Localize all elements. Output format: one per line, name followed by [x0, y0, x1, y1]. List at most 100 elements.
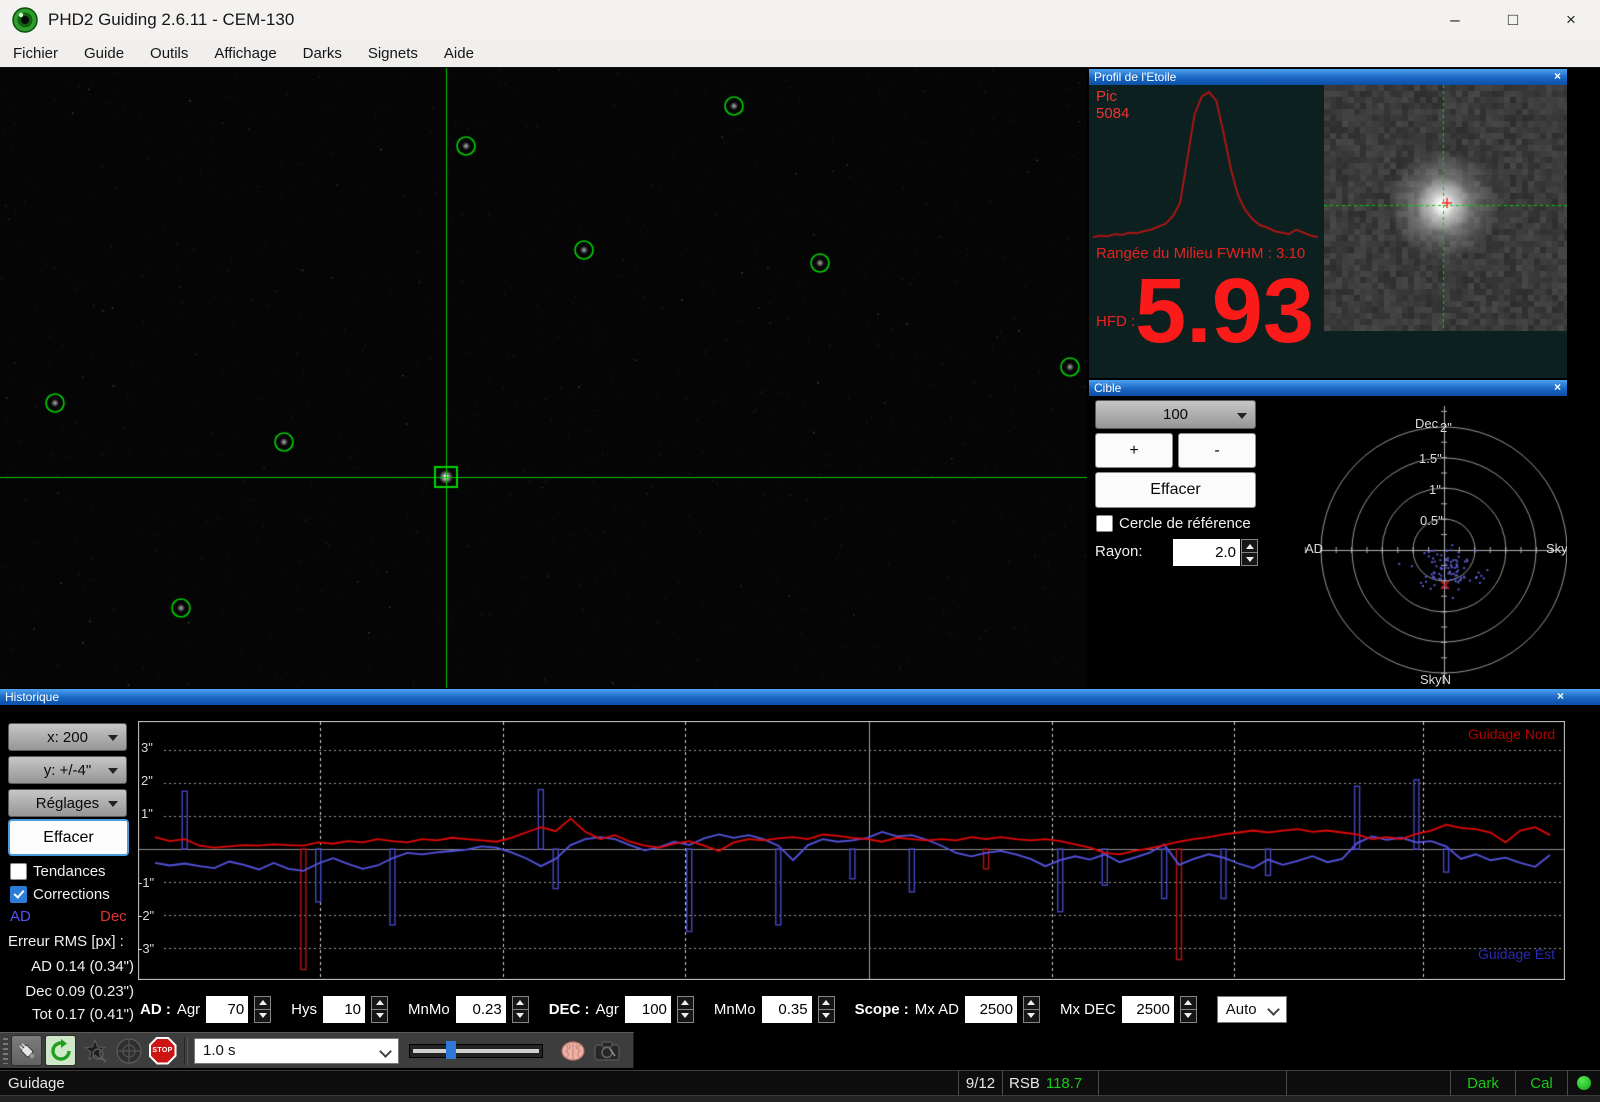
- gamma-slider[interactable]: [409, 1040, 543, 1059]
- connected-indicator-icon: [1577, 1076, 1591, 1090]
- history-settings-select[interactable]: Réglages: [8, 789, 127, 817]
- status-empty-2: [1286, 1070, 1450, 1096]
- connect-equipment-button[interactable]: [11, 1035, 42, 1066]
- stepper-up-icon: [1241, 539, 1258, 553]
- max-dec-stepper[interactable]: [1179, 995, 1197, 1023]
- auto-select-star-button[interactable]: [79, 1035, 110, 1066]
- bullseye-skyn-label: SkyN: [1420, 672, 1452, 687]
- camera-wrench-icon: [593, 1040, 620, 1061]
- star-profile-panel: Profil de l'Etoile × Pic 5084 Rangée du …: [1089, 68, 1567, 378]
- status-snr: RSB 118.7: [1002, 1070, 1098, 1096]
- ra-aggression-input[interactable]: [206, 995, 249, 1023]
- radius-input[interactable]: [1173, 539, 1240, 566]
- status-cal: Cal: [1515, 1070, 1567, 1096]
- history-clear-button[interactable]: Effacer: [8, 819, 129, 856]
- bullseye-tick-15: 1.5": [1419, 451, 1442, 466]
- dec-mnmo-label: MnMo: [713, 1000, 756, 1018]
- hysteresis-input[interactable]: [323, 995, 366, 1023]
- stop-sign-icon: STOP: [148, 1036, 177, 1065]
- menu-aide[interactable]: Aide: [431, 40, 487, 68]
- minimize-button[interactable]: –: [1426, 0, 1484, 40]
- bullseye-dec-label: Dec: [1415, 416, 1439, 431]
- history-close-icon[interactable]: ×: [1557, 689, 1564, 703]
- guide-camera-image[interactable]: [0, 68, 1087, 688]
- dec-params-label: DEC :: [548, 1000, 590, 1018]
- phd2-window: PHD2 Guiding 2.6.11 - CEM-130 – □ × Fich…: [0, 0, 1600, 1102]
- menu-darks[interactable]: Darks: [290, 40, 355, 68]
- guide-target-icon: [115, 1037, 142, 1064]
- legend-guidage-est: Guidage Est: [1478, 946, 1556, 962]
- target-panel: Cible × 100 + - Effacer Cercle de référe…: [1089, 379, 1567, 688]
- radius-stepper[interactable]: [1241, 539, 1258, 566]
- max-dec-duration-input[interactable]: [1121, 995, 1174, 1023]
- legend-ad: AD: [10, 908, 31, 925]
- bullseye-tick-2: 2": [1440, 420, 1452, 435]
- maximize-button[interactable]: □: [1484, 0, 1542, 40]
- star-closeup-image: [1324, 85, 1567, 331]
- dec-minmove-input[interactable]: [761, 995, 812, 1023]
- phd2-logo-icon: [12, 7, 38, 33]
- bullseye-ad-label: AD: [1305, 541, 1324, 556]
- ra-minmove-input[interactable]: [455, 995, 506, 1023]
- hysteresis-stepper[interactable]: [371, 995, 389, 1023]
- target-zoom-value: 100: [1162, 406, 1189, 423]
- history-title: Historique: [5, 690, 60, 704]
- slider-handle[interactable]: [446, 1040, 456, 1059]
- target-zoom-select[interactable]: 100: [1095, 400, 1256, 429]
- status-state: Guidage: [8, 1074, 65, 1092]
- exposure-select[interactable]: 1.0 s: [194, 1037, 399, 1064]
- menu-guide[interactable]: Guide: [71, 40, 137, 68]
- ra-minmove-stepper[interactable]: [511, 995, 529, 1023]
- star-profile-title: Profil de l'Etoile: [1094, 70, 1177, 84]
- window-title: PHD2 Guiding 2.6.11 - CEM-130: [48, 10, 295, 29]
- camera-settings-button[interactable]: [591, 1035, 622, 1066]
- target-caption[interactable]: Cible ×: [1089, 379, 1567, 396]
- dec-aggression-stepper[interactable]: [676, 995, 694, 1023]
- loop-exposures-button[interactable]: [45, 1035, 76, 1066]
- zoom-out-button[interactable]: -: [1178, 433, 1256, 468]
- reference-circle-label: Cercle de référence: [1119, 515, 1251, 532]
- ra-aggression-stepper[interactable]: [254, 995, 272, 1023]
- mxdec-label: Mx DEC: [1059, 1000, 1116, 1018]
- target-clear-button[interactable]: Effacer: [1095, 472, 1256, 508]
- history-caption[interactable]: Historique ×: [0, 688, 1600, 705]
- chevron-down-icon: [108, 768, 118, 774]
- status-frame-count: 9/12: [958, 1070, 1002, 1096]
- trends-label: Tendances: [33, 863, 106, 880]
- reference-circle-checkbox[interactable]: [1096, 515, 1113, 532]
- max-ra-duration-input[interactable]: [964, 995, 1017, 1023]
- menu-affichage[interactable]: Affichage: [201, 40, 289, 68]
- zoom-in-button[interactable]: +: [1095, 433, 1173, 468]
- target-close-icon[interactable]: ×: [1554, 380, 1561, 394]
- ytick-2: 2": [141, 773, 153, 788]
- ytick-1: 1": [141, 806, 153, 821]
- star-profile-caption[interactable]: Profil de l'Etoile ×: [1089, 68, 1567, 85]
- brain-icon: [560, 1040, 585, 1061]
- star-profile-close-icon[interactable]: ×: [1554, 69, 1561, 83]
- menu-signets[interactable]: Signets: [355, 40, 431, 68]
- window-bottom-edge: [0, 1096, 1600, 1102]
- stop-button[interactable]: STOP: [147, 1035, 178, 1066]
- dec-minmove-stepper[interactable]: [817, 995, 835, 1023]
- trends-checkbox[interactable]: [10, 863, 27, 880]
- main-toolbar: STOP 1.0 s: [0, 1032, 634, 1068]
- corrections-label: Corrections: [33, 886, 110, 903]
- history-xscale-select[interactable]: x: 200: [8, 723, 127, 751]
- ad-params-label: AD :: [140, 1000, 171, 1018]
- toolbar-grip[interactable]: [3, 1037, 8, 1064]
- title-bar: PHD2 Guiding 2.6.11 - CEM-130 – □ ×: [0, 0, 1600, 40]
- dec-mode-select[interactable]: Auto: [1216, 995, 1287, 1023]
- history-yscale-select[interactable]: y: +/-4": [8, 756, 127, 784]
- advanced-settings-button[interactable]: [557, 1035, 588, 1066]
- corrections-checkbox[interactable]: [10, 886, 27, 903]
- close-button[interactable]: ×: [1542, 0, 1600, 40]
- menu-fichier[interactable]: Fichier: [0, 40, 71, 68]
- exposure-value: 1.0 s: [203, 1042, 236, 1059]
- stepper-down-icon: [1241, 553, 1258, 566]
- max-ra-stepper[interactable]: [1022, 995, 1040, 1023]
- dec-aggression-input[interactable]: [624, 995, 671, 1023]
- agr-label: Agr: [176, 1000, 201, 1018]
- menu-outils[interactable]: Outils: [137, 40, 201, 68]
- snr-value: 118.7: [1045, 1074, 1083, 1092]
- guide-button[interactable]: [113, 1035, 144, 1066]
